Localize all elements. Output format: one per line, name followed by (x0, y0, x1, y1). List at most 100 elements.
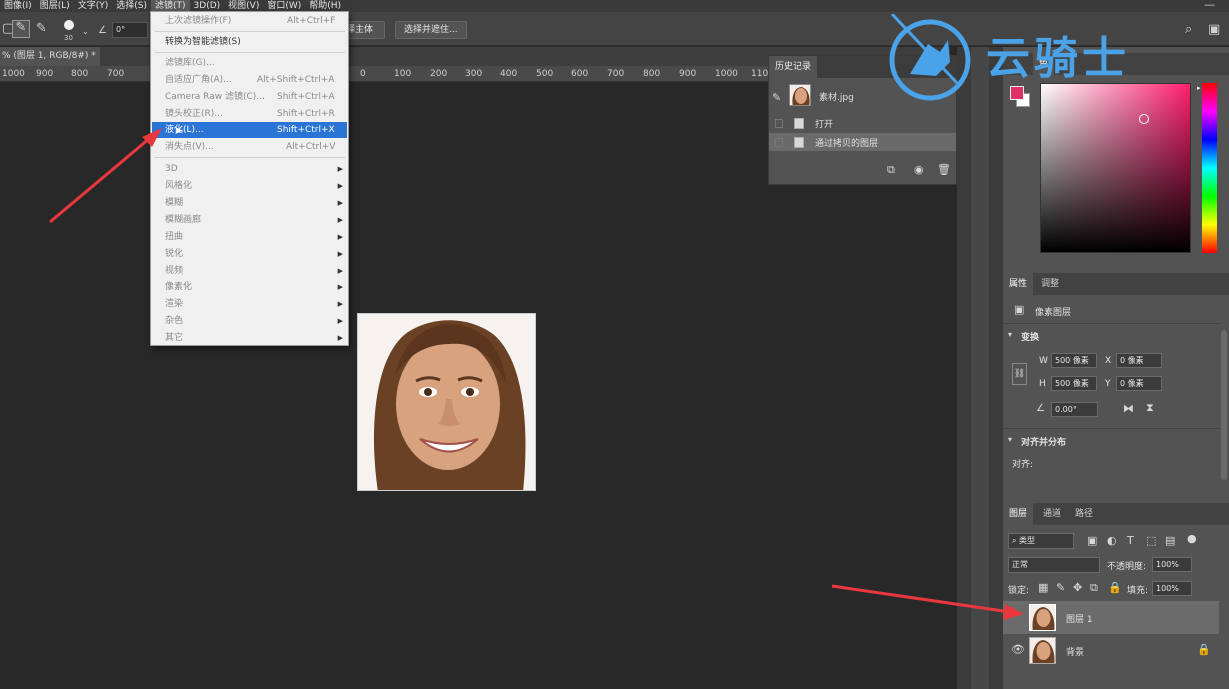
panel-dock-gutter (957, 47, 1003, 689)
menu-item-sharpen[interactable]: 锐化 ▶ (152, 246, 347, 262)
history-brush-source-icon[interactable]: ✎ (772, 92, 781, 104)
properties-scrollbar[interactable] (1221, 330, 1227, 480)
ruler-tick: 800 (71, 69, 89, 79)
horizontal-ruler: 1000 900 800 700 0 100 200 300 400 500 6… (0, 66, 770, 82)
x-field[interactable]: 0 像素 (1116, 353, 1162, 368)
brush-preview-icon[interactable] (64, 20, 74, 30)
width-field[interactable]: 500 像素 (1051, 353, 1097, 368)
layer-name[interactable]: 图层 1 (1066, 612, 1093, 625)
menu-item-blur-gallery[interactable]: 模糊画廊 ▶ (152, 212, 347, 228)
filter-smart-object-icon[interactable]: ▤ (1165, 535, 1175, 547)
filter-adjustment-icon[interactable]: ◐ (1107, 535, 1117, 547)
menu-item-3d[interactable]: 3D ▶ (152, 161, 347, 177)
filter-pixel-icon[interactable]: ▣ (1087, 535, 1097, 547)
blend-mode-value: 正常 (1012, 560, 1028, 569)
menu-item-other[interactable]: 其它 ▶ (152, 330, 347, 346)
chevron-down-icon[interactable]: ⌄ (82, 25, 89, 39)
filter-shape-icon[interactable]: ⬚ (1146, 535, 1156, 547)
hue-slider[interactable] (1202, 83, 1217, 253)
chevron-down-icon[interactable]: ▾ (1008, 329, 1012, 341)
quick-select-subtract-icon[interactable]: ✎ (36, 22, 47, 36)
select-and-mask-button[interactable]: 选择并遮住... (395, 21, 467, 39)
workspace-icon[interactable]: ▣ (1208, 23, 1220, 37)
document-tab[interactable]: % (图层 1, RGB/8#) * × (0, 47, 100, 80)
menu-item-distort[interactable]: 扭曲 ▶ (152, 229, 347, 245)
y-field[interactable]: 0 像素 (1116, 376, 1162, 391)
flip-horizontal-icon[interactable]: ⧓ (1123, 403, 1134, 415)
filter-toggle-icon[interactable]: ● (1187, 533, 1197, 545)
tab-channels[interactable]: 通道 (1037, 503, 1067, 525)
checkbox-icon[interactable] (775, 119, 783, 128)
angle-icon: ∠ (98, 25, 107, 36)
pixel-layer-icon: ▣ (1014, 303, 1025, 316)
menu-type[interactable]: 文字(Y) (74, 0, 113, 12)
menu-item-render[interactable]: 渲染 ▶ (152, 296, 347, 312)
tab-properties[interactable]: 属性 (1003, 273, 1034, 295)
color-picker-cursor[interactable] (1139, 114, 1149, 124)
blend-mode-select[interactable]: 正常 (1008, 557, 1100, 573)
fill-field[interactable]: 100% (1152, 581, 1192, 596)
lock-transparent-icon[interactable]: ▦ (1038, 582, 1048, 594)
menu-item-vanishing-point[interactable]: 消失点(V)... Alt+Ctrl+V (152, 139, 347, 155)
lock-position-icon[interactable]: ✥ (1073, 582, 1082, 594)
color-saturation-field[interactable] (1040, 83, 1191, 253)
menu-item-filter-gallery[interactable]: 滤镜库(G)... (152, 55, 347, 71)
lock-all-icon[interactable]: 🔒 (1108, 582, 1122, 594)
history-snapshot-thumbnail[interactable] (789, 84, 811, 106)
menu-item-pixelate[interactable]: 像素化 ▶ (152, 279, 347, 295)
submenu-arrow-icon: ▶ (337, 233, 343, 241)
menu-image[interactable]: 图像(I) (0, 0, 36, 12)
tab-layers[interactable]: 图层 (1003, 503, 1034, 525)
minimize-icon[interactable]: — (1204, 0, 1215, 10)
align-label: 对齐: (1012, 460, 1034, 470)
canvas-image[interactable] (357, 313, 536, 491)
lock-pixels-icon[interactable]: ✎ (1056, 582, 1065, 594)
lock-artboard-icon[interactable]: ⧉ (1090, 582, 1098, 594)
menu-item-stylize[interactable]: 风格化 ▶ (152, 178, 347, 194)
eye-icon[interactable]: 👁 (1011, 644, 1025, 656)
menu-item-convert-smart-filter[interactable]: 转换为智能滤镜(S) (152, 34, 347, 50)
menu-item-video[interactable]: 视频 ▶ (152, 263, 347, 279)
ruler-tick: 100 (394, 69, 412, 79)
menu-item-blur[interactable]: 模糊 ▶ (152, 195, 347, 211)
camera-icon[interactable]: ◉ (914, 164, 924, 176)
layer-row-layer1[interactable]: 图层 1 (1003, 601, 1219, 634)
brush-size: 30 (64, 34, 73, 42)
submenu-arrow-icon: ▶ (337, 317, 343, 325)
lock-icon: 🔒 (1197, 643, 1211, 656)
submenu-arrow-icon: ▶ (337, 182, 343, 190)
menu-item-adaptive-wide-angle[interactable]: 自适应广角(A)... Alt+Shift+Ctrl+A (152, 72, 347, 88)
menu-item-lens-correction[interactable]: 镜头校正(R)... Shift+Ctrl+R (152, 106, 347, 122)
history-step-open[interactable]: 打开 (769, 114, 956, 132)
menu-select[interactable]: 选择(S) (112, 0, 151, 12)
align-section-title: 对齐并分布 (1021, 438, 1067, 448)
menu-item-camera-raw[interactable]: Camera Raw 滤镜(C)... Shift+Ctrl+A (152, 89, 347, 105)
layer-name[interactable]: 背景 (1066, 645, 1084, 658)
chevron-down-icon[interactable]: ▾ (1008, 434, 1012, 446)
rotation-field[interactable]: 0.00° (1051, 402, 1098, 417)
flip-vertical-icon[interactable]: ⧗ (1146, 402, 1154, 414)
menu-item-noise[interactable]: 杂色 ▶ (152, 313, 347, 329)
history-step-copy-layer[interactable]: 通过拷贝的图层 (769, 133, 956, 151)
layer-kind-label: 像素图层 (1035, 308, 1072, 318)
new-document-from-state-icon[interactable]: ⧉ (887, 164, 895, 176)
height-field[interactable]: 500 像素 (1051, 376, 1097, 391)
angle-field[interactable]: 0° (112, 22, 148, 38)
tab-history[interactable]: 历史记录 (769, 56, 818, 78)
tab-adjustments[interactable]: 调整 (1035, 273, 1065, 295)
tab-paths[interactable]: 路径 (1069, 503, 1099, 525)
lock-label: 锁定: (1008, 586, 1030, 596)
filter-type-icon[interactable]: T (1127, 535, 1134, 547)
red-arrow-to-liquify (49, 128, 162, 224)
layer-filter-kind-select[interactable]: ⌕ 类型 (1008, 533, 1074, 549)
menu-layer[interactable]: 图层(L) (36, 0, 74, 12)
menu-item-last-filter[interactable]: 上次滤镜操作(F) Alt+Ctrl+F (152, 13, 347, 29)
layer-row-background[interactable]: 👁 背景 🔒 (1003, 634, 1219, 667)
opacity-field[interactable]: 100% (1152, 557, 1192, 572)
quick-select-add-icon[interactable]: ✎ (12, 20, 30, 38)
foreground-color-swatch[interactable] (1010, 86, 1024, 100)
link-icon[interactable]: ⛓ (1012, 363, 1027, 385)
hue-slider-handle[interactable]: ▸ (1197, 82, 1201, 94)
trash-icon[interactable]: 🗑 (937, 164, 951, 176)
checkbox-icon[interactable] (775, 138, 783, 147)
